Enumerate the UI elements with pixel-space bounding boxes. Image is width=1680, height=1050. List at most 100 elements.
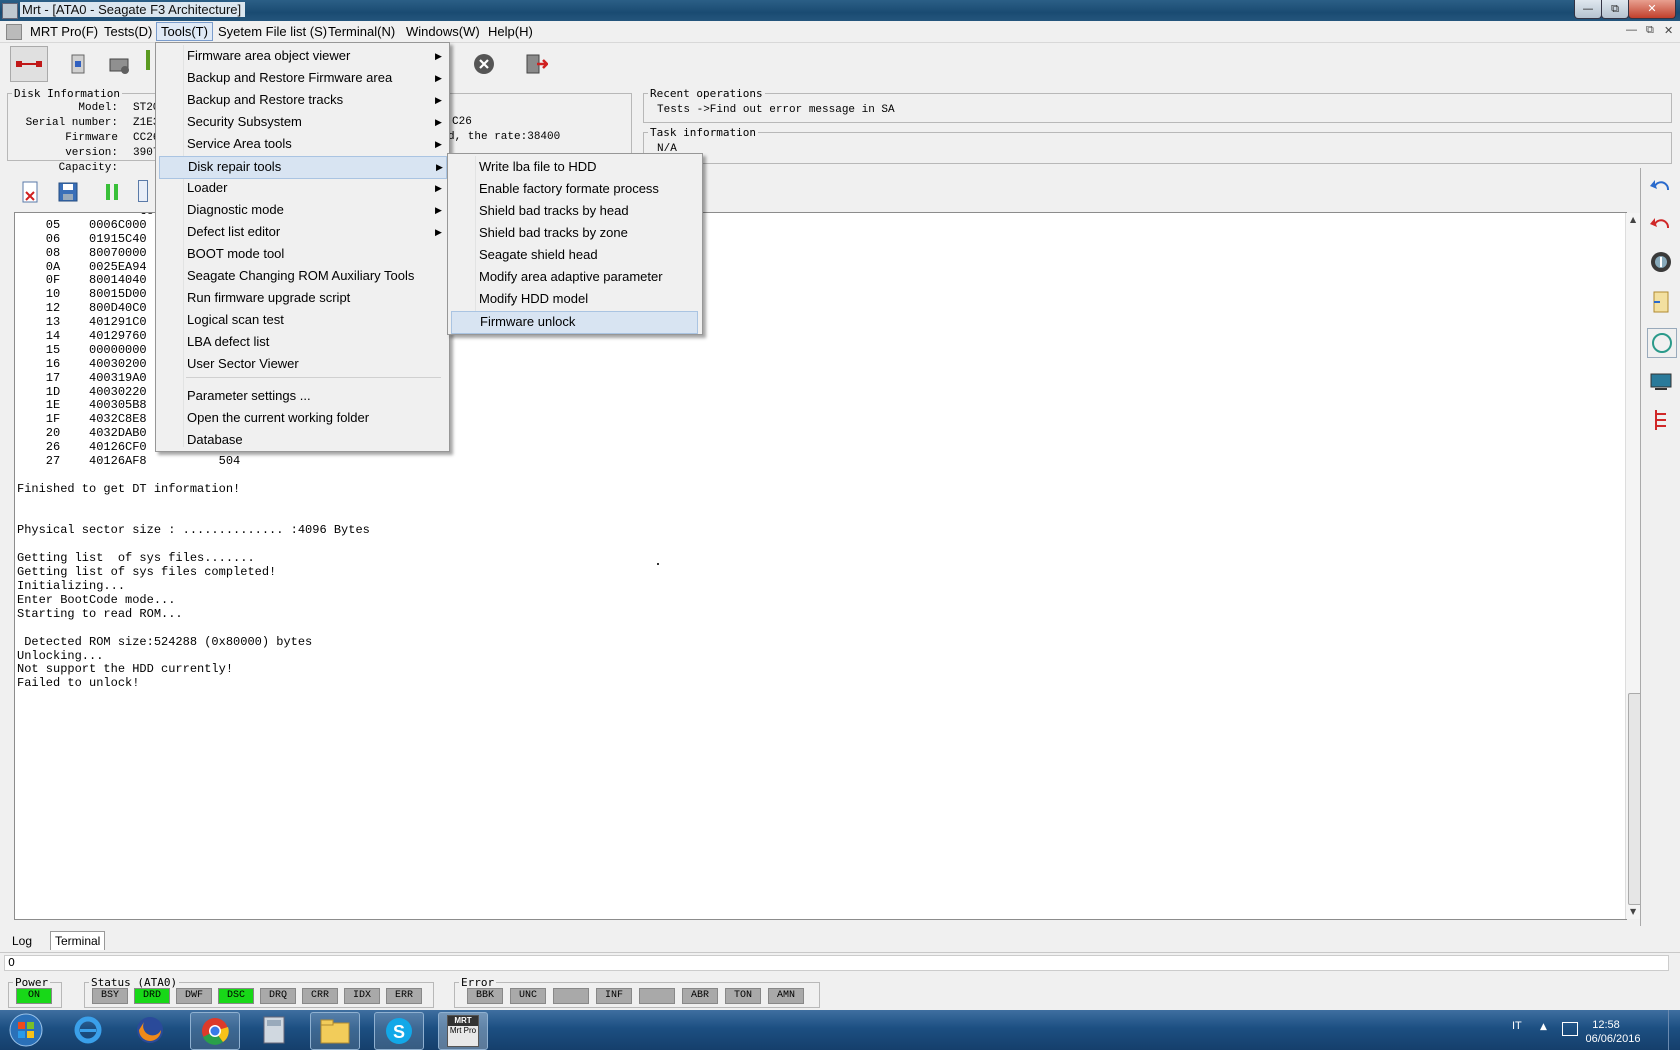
clock-date[interactable]: 06/06/2016 (1583, 1033, 1643, 1045)
tools-menu-item[interactable]: Service Area tools ▶ (159, 134, 445, 155)
disk-repair-menu-item[interactable]: Modify HDD model (451, 289, 696, 310)
status-led-bsy: BSY (92, 988, 128, 1004)
tools-menu-item[interactable]: Defect list editor ▶ (159, 222, 445, 243)
taskbar-firefox[interactable] (126, 1012, 174, 1048)
tools-menu-item[interactable]: Run firmware upgrade script (159, 288, 445, 309)
connection-value: C26 (452, 116, 472, 128)
disk-repair-menu-item[interactable]: Shield bad tracks by head (451, 201, 696, 222)
clock-time[interactable]: 12:58 (1583, 1019, 1629, 1031)
menu-windows[interactable]: Windows(W) (402, 23, 484, 40)
restore-button[interactable]: ⧉ (1601, 0, 1629, 19)
taskbar-calculator[interactable] (250, 1012, 298, 1048)
tools-menu-item[interactable]: Loader ▶ (159, 178, 445, 199)
stop-button[interactable] (468, 48, 500, 80)
folder-icon (320, 1019, 350, 1044)
tools-menu-item[interactable]: Parameter settings ... (159, 386, 445, 407)
taskbar-file-explorer[interactable] (310, 1012, 360, 1050)
convert-button[interactable] (1647, 328, 1677, 358)
menu-mrt-pro[interactable]: MRT Pro(F) (26, 23, 102, 40)
taskbar-internet-explorer[interactable] (64, 1012, 112, 1048)
mdi-restore-icon[interactable]: ⧉ (1646, 24, 1654, 37)
status-led-crr: CRR (302, 988, 338, 1004)
minimize-button[interactable]: — (1574, 0, 1602, 19)
error-led-abr: ABR (682, 988, 718, 1004)
submenu-arrow-icon: ▶ (435, 95, 442, 105)
task-information-text: N/A (657, 143, 677, 152)
scroll-down-icon[interactable]: ▼ (1630, 907, 1636, 916)
tray-expand-icon[interactable]: ▲ (1540, 1022, 1547, 1032)
clear-log-button[interactable] (14, 176, 46, 208)
exit-button[interactable] (520, 48, 552, 80)
disk-repair-menu-item[interactable]: Shield bad tracks by zone (451, 223, 696, 244)
info-button[interactable] (1647, 248, 1675, 276)
error-led-unc: UNC (510, 988, 546, 1004)
tab-log[interactable]: Log (8, 932, 36, 950)
binary-convert-icon (1652, 333, 1672, 353)
menu-system-file-list[interactable]: Syetem File list (S) (214, 23, 331, 40)
tools-menu-item[interactable]: Backup and Restore Firmware area ▶ (159, 68, 445, 89)
language-indicator[interactable]: IT (1512, 1020, 1522, 1032)
error-led-blank-2 (553, 988, 589, 1004)
tab-terminal[interactable]: Terminal (50, 931, 106, 950)
tools-menu-item[interactable]: Open the current working folder (159, 408, 445, 429)
tools-menu-item-label: Defect list editor (187, 224, 281, 239)
mdi-minimize-icon[interactable]: — (1626, 24, 1637, 36)
start-button[interactable] (4, 1012, 48, 1048)
menu-terminal[interactable]: Terminal(N) (324, 23, 399, 40)
taskbar-mrt-pro[interactable]: MRT Mrt Pro (438, 1012, 488, 1050)
menu-tests[interactable]: Tests(D) (100, 23, 156, 40)
tools-menu-item[interactable]: User Sector Viewer (159, 354, 445, 375)
undo-red-button[interactable] (1647, 210, 1675, 238)
pause-icon (106, 184, 118, 200)
tools-menu-item[interactable]: Backup and Restore tracks ▶ (159, 90, 445, 111)
error-led-bbk: BBK (467, 988, 503, 1004)
tools-menu-item-label: Security Subsystem (187, 114, 302, 129)
recent-operations-legend: Recent operations (650, 87, 763, 100)
network-icon[interactable] (1562, 1022, 1578, 1036)
taskbar-chrome[interactable] (190, 1012, 240, 1050)
tools-menu-item[interactable]: Firmware area object viewer ▶ (159, 46, 445, 67)
chrome-icon (202, 1018, 229, 1045)
drive-button[interactable] (104, 48, 136, 80)
mdi-close-icon[interactable]: ✕ (1664, 24, 1673, 37)
menu-help[interactable]: Help(H) (484, 23, 537, 40)
tree-button[interactable] (1647, 406, 1675, 434)
disk-repair-menu-item[interactable]: Modify area adaptive parameter (451, 267, 696, 288)
tools-menu-item[interactable]: Disk repair tools ▶ (159, 156, 447, 179)
disk-repair-menu-item[interactable]: Enable factory formate process (451, 179, 696, 200)
tools-menu-item[interactable]: Diagnostic mode ▶ (159, 200, 445, 221)
status-led-drq: DRQ (260, 988, 296, 1004)
window-title: Mrt - [ATA0 - Seagate F3 Architecture] (20, 2, 246, 17)
error-led-ton: TON (725, 988, 761, 1004)
monitor-icon (1650, 373, 1672, 390)
tools-menu-item-label: Database (187, 432, 243, 447)
tools-menu-item[interactable]: LBA defect list (159, 332, 445, 353)
pause-button[interactable] (96, 176, 128, 208)
undo-blue-button[interactable] (1647, 172, 1675, 200)
bookmark-icon (1653, 291, 1669, 313)
toolbar-partial-icon (146, 50, 150, 70)
tools-menu-item[interactable]: BOOT mode tool (159, 244, 445, 265)
scroll-up-icon[interactable]: ▲ (1630, 215, 1636, 224)
taskbar-skype[interactable]: S (374, 1012, 424, 1050)
close-button[interactable]: ✕ (1628, 0, 1676, 19)
menu-tools[interactable]: Tools(T) (156, 22, 213, 41)
tools-menu-item[interactable]: Logical scan test (159, 310, 445, 331)
disk-repair-menu-item[interactable]: Seagate shield head (451, 245, 696, 266)
save-log-button[interactable] (52, 176, 84, 208)
tools-menu-item[interactable]: Security Subsystem ▶ (159, 112, 445, 133)
bookmark-button[interactable] (1647, 288, 1675, 316)
flash-button[interactable] (62, 48, 94, 80)
show-desktop-button[interactable] (1668, 1010, 1680, 1050)
disk-repair-menu-item[interactable]: Firmware unlock (451, 311, 698, 334)
tools-menu-item[interactable]: Seagate Changing ROM Auxiliary Tools (159, 266, 445, 287)
terminal-screen-button[interactable] (1647, 368, 1675, 396)
copy-icon[interactable] (138, 180, 148, 202)
tools-menu-item[interactable]: Database (159, 430, 445, 451)
title-bar: Mrt - [ATA0 - Seagate F3 Architecture] —… (0, 0, 1680, 21)
disconnect-button[interactable] (10, 46, 48, 82)
disk-repair-menu-item[interactable]: Write lba file to HDD (451, 157, 696, 178)
